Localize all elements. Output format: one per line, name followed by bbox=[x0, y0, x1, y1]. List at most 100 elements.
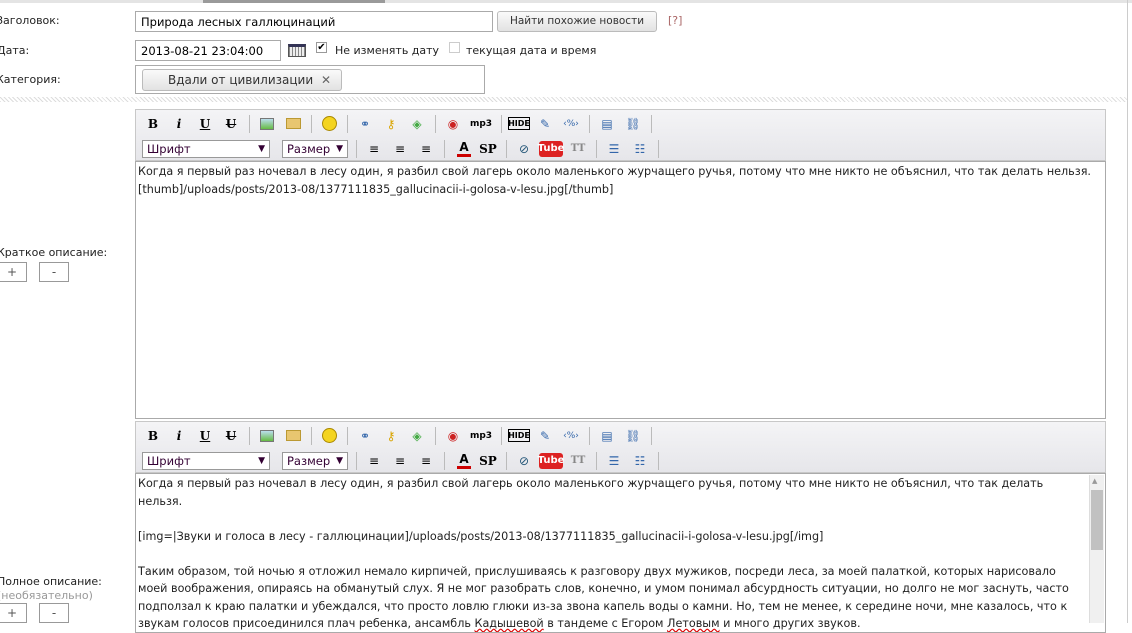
spoiler-icon[interactable]: SP bbox=[477, 139, 499, 159]
typewriter-icon[interactable]: TT bbox=[567, 139, 589, 159]
font-select[interactable]: Шрифт ▼ bbox=[142, 451, 270, 470]
spoiler-icon[interactable]: SP bbox=[477, 451, 499, 471]
edit-icon[interactable]: ✎ bbox=[534, 114, 556, 134]
top-tab-indicator bbox=[203, 0, 385, 3]
separator bbox=[596, 451, 597, 470]
remove-category-icon[interactable]: ✕ bbox=[321, 73, 331, 87]
size-select[interactable]: Размер ▼ bbox=[282, 451, 348, 470]
separator bbox=[249, 426, 250, 445]
image-icon[interactable] bbox=[256, 426, 278, 446]
youtube-icon[interactable]: Tube bbox=[538, 140, 564, 157]
underline-icon[interactable]: U bbox=[194, 114, 216, 134]
numbered-list-icon[interactable]: ☷ bbox=[629, 139, 651, 159]
unlink-icon[interactable]: ⛓ bbox=[622, 426, 644, 446]
edit-icon[interactable]: ✎ bbox=[534, 426, 556, 446]
mp3-icon[interactable]: mp3 bbox=[468, 426, 494, 446]
font-select-label: Шрифт bbox=[147, 141, 191, 156]
category-label: Категория: bbox=[0, 73, 61, 86]
bullet-list-icon[interactable]: ☰ bbox=[603, 451, 625, 471]
date-label: Дата: bbox=[0, 44, 30, 57]
italic-icon[interactable]: i bbox=[168, 426, 190, 446]
video-icon[interactable]: ◉ bbox=[442, 114, 464, 134]
full-text-p3e: и много других звуков. bbox=[719, 617, 861, 630]
compass-icon[interactable]: ⊘ bbox=[513, 451, 535, 471]
date-input[interactable]: 2013-08-21 23:04:00 bbox=[135, 40, 281, 61]
align-center-icon[interactable]: ≡ bbox=[389, 451, 411, 471]
italic-icon[interactable]: i bbox=[168, 114, 190, 134]
mp3-icon[interactable]: mp3 bbox=[468, 114, 494, 134]
category-tag-label: Вдали от цивилизации bbox=[168, 73, 314, 87]
strikethrough-icon[interactable]: U bbox=[220, 114, 242, 134]
scroll-up-arrow-icon[interactable]: ▲ bbox=[1092, 477, 1097, 485]
smiley-icon[interactable] bbox=[318, 426, 340, 446]
calendar-icon[interactable] bbox=[288, 44, 306, 57]
separator bbox=[435, 114, 436, 133]
full-description-label: Полное описание: bbox=[0, 575, 102, 588]
font-select[interactable]: Шрифт ▼ bbox=[142, 139, 270, 158]
toolbar-row-1: B i U U ⚭ ⚷ ◈ ◉ mp3 HIDE ✎ ‹%› ▤ ⛓ bbox=[136, 423, 658, 448]
find-similar-news-button[interactable]: Найти похожие новости bbox=[497, 11, 657, 32]
category-select[interactable]: Вдали от цивилизации ✕ bbox=[135, 65, 485, 94]
image-icon[interactable] bbox=[256, 114, 278, 134]
separator bbox=[356, 451, 357, 470]
align-left-icon[interactable]: ≡ bbox=[363, 139, 385, 159]
separator bbox=[435, 426, 436, 445]
underline-icon[interactable]: U bbox=[194, 426, 216, 446]
hide-icon[interactable]: HIDE bbox=[508, 117, 530, 130]
scrollbar-thumb[interactable] bbox=[1091, 490, 1103, 550]
unlink-icon[interactable]: ⛓ bbox=[622, 114, 644, 134]
link-icon[interactable]: ⚭ bbox=[354, 114, 376, 134]
text-color-icon[interactable]: A bbox=[457, 140, 471, 157]
separator bbox=[249, 114, 250, 133]
separator bbox=[506, 139, 507, 158]
toolbar-row-2: Шрифт ▼ Размер ▼ ≡ ≡ ≡ A SP ⊘ Tube TT ☰ ☷ bbox=[136, 448, 665, 473]
anchor-icon[interactable]: ◈ bbox=[406, 426, 428, 446]
full-text-p2: [img=|Звуки и голоса в лесу - галлюцинац… bbox=[138, 529, 824, 543]
anchor-icon[interactable]: ◈ bbox=[406, 114, 428, 134]
code-icon[interactable]: ‹%› bbox=[560, 426, 582, 446]
text-color-icon[interactable]: A bbox=[457, 452, 471, 469]
bullet-list-icon[interactable]: ☰ bbox=[603, 139, 625, 159]
numbered-list-icon[interactable]: ☷ bbox=[629, 451, 651, 471]
separator bbox=[501, 114, 502, 133]
hide-icon[interactable]: HIDE bbox=[508, 429, 530, 442]
strikethrough-icon[interactable]: U bbox=[220, 426, 242, 446]
link-icon[interactable]: ⚭ bbox=[354, 426, 376, 446]
short-shrink-button[interactable]: - bbox=[39, 262, 69, 282]
right-border bbox=[1127, 0, 1128, 623]
size-select[interactable]: Размер ▼ bbox=[282, 139, 348, 158]
separator bbox=[311, 426, 312, 445]
full-shrink-button[interactable]: - bbox=[39, 603, 69, 623]
separator bbox=[444, 139, 445, 158]
full-expand-button[interactable]: + bbox=[0, 603, 27, 623]
separator bbox=[651, 114, 652, 133]
title-input[interactable]: Природа лесных галлюцинаций bbox=[135, 11, 493, 32]
page-break-icon[interactable]: ▤ bbox=[596, 114, 618, 134]
video-icon[interactable]: ◉ bbox=[442, 426, 464, 446]
keep-date-checkbox[interactable]: ✔ bbox=[316, 42, 327, 53]
typewriter-icon[interactable]: TT bbox=[567, 451, 589, 471]
full-description-textarea[interactable]: Когда я первый раз ночевал в лесу один, … bbox=[135, 473, 1106, 633]
separator bbox=[501, 426, 502, 445]
align-right-icon[interactable]: ≡ bbox=[415, 451, 437, 471]
page-break-icon[interactable]: ▤ bbox=[596, 426, 618, 446]
align-right-icon[interactable]: ≡ bbox=[415, 139, 437, 159]
key-icon[interactable]: ⚷ bbox=[380, 426, 402, 446]
current-date-checkbox[interactable] bbox=[449, 42, 460, 53]
folder-icon[interactable] bbox=[282, 114, 304, 134]
help-link[interactable]: [?] bbox=[668, 14, 682, 27]
smiley-icon[interactable] bbox=[318, 114, 340, 134]
folder-icon[interactable] bbox=[282, 426, 304, 446]
key-icon[interactable]: ⚷ bbox=[380, 114, 402, 134]
short-expand-button[interactable]: + bbox=[0, 262, 27, 282]
compass-icon[interactable]: ⊘ bbox=[513, 139, 535, 159]
align-center-icon[interactable]: ≡ bbox=[389, 139, 411, 159]
align-left-icon[interactable]: ≡ bbox=[363, 451, 385, 471]
bold-icon[interactable]: B bbox=[142, 114, 164, 134]
bold-icon[interactable]: B bbox=[142, 426, 164, 446]
short-description-textarea[interactable]: Когда я первый раз ночевал в лесу один, … bbox=[135, 161, 1106, 419]
code-icon[interactable]: ‹%› bbox=[560, 114, 582, 134]
separator bbox=[356, 139, 357, 158]
youtube-icon[interactable]: Tube bbox=[538, 452, 564, 469]
misspelled-word: Летовым bbox=[667, 617, 720, 630]
